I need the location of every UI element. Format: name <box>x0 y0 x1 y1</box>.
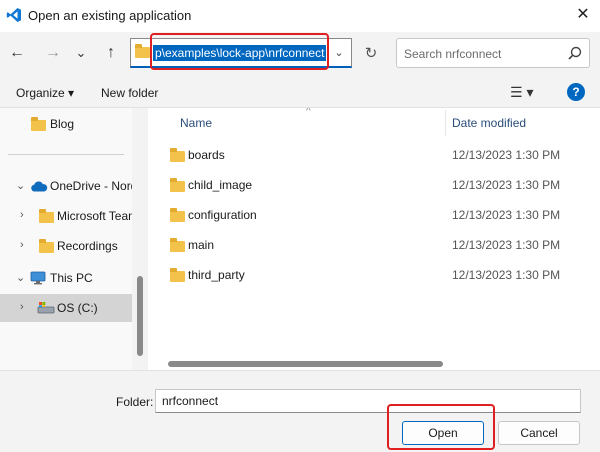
folder-icon <box>39 209 54 223</box>
file-name: boards <box>188 148 225 162</box>
folder-icon <box>170 208 185 222</box>
organize-button[interactable]: Organize ▾ <box>16 86 74 100</box>
sidebar-item-label: OneDrive - Nord <box>50 179 132 193</box>
sidebar-item-os-c[interactable]: › OS (C:) <box>0 294 132 322</box>
open-highlight-box <box>387 404 495 450</box>
file-name: child_image <box>188 178 253 192</box>
search-icon[interactable] <box>565 44 585 64</box>
file-date: 12/13/2023 1:30 PM <box>452 178 561 192</box>
folder-icon <box>135 44 150 58</box>
sidebar-item-label: This PC <box>50 271 93 285</box>
file-date: 12/13/2023 1:30 PM <box>452 148 561 162</box>
list-item[interactable]: boards 12/13/2023 1:30 PM <box>148 140 600 170</box>
folder-icon <box>170 268 185 282</box>
column-header-date[interactable]: Date modified <box>452 116 526 130</box>
divider <box>8 154 124 155</box>
sort-arrow-icon: ^ <box>306 108 311 117</box>
chevron-right-icon[interactable]: › <box>20 239 24 251</box>
search-box[interactable]: Search nrfconnect <box>396 38 590 68</box>
chevron-right-icon[interactable]: › <box>20 301 24 313</box>
file-list: ^ Name Date modified boards 12/13/2023 1… <box>148 108 600 370</box>
list-item[interactable]: main 12/13/2023 1:30 PM <box>148 230 600 260</box>
cancel-button[interactable]: Cancel <box>498 421 580 445</box>
up-button[interactable]: ↑ <box>100 42 122 64</box>
sidebar-item-blog[interactable]: Blog <box>0 112 132 136</box>
chevron-right-icon[interactable]: › <box>20 209 24 221</box>
sidebar-item-microsoft-teams[interactable]: › Microsoft Team <box>0 204 132 228</box>
back-button[interactable]: ← <box>6 42 28 64</box>
sidebar-item-label: Recordings <box>57 239 118 253</box>
cloud-icon <box>31 181 48 192</box>
file-name: third_party <box>188 268 245 282</box>
folder-input[interactable] <box>155 389 581 413</box>
chevron-down-icon[interactable]: ⌄ <box>16 271 25 284</box>
view-options-icon[interactable]: ☰ ▾ <box>510 84 540 100</box>
command-bar: Organize ▾ New folder ☰ ▾ ? <box>0 76 600 108</box>
vscode-icon <box>6 8 21 22</box>
new-folder-button[interactable]: New folder <box>101 86 158 100</box>
close-button[interactable]: ✕ <box>570 4 596 26</box>
navigation-scrollbar[interactable] <box>137 276 143 356</box>
file-date: 12/13/2023 1:30 PM <box>452 208 561 222</box>
sidebar-item-onedrive[interactable]: ⌄ OneDrive - Nord <box>0 174 132 198</box>
horizontal-scrollbar[interactable] <box>168 361 443 367</box>
column-divider[interactable] <box>445 110 446 136</box>
title-bar: Open an existing application ✕ <box>0 0 600 32</box>
file-name: configuration <box>188 208 257 222</box>
folder-icon <box>170 178 185 192</box>
search-input[interactable]: Search nrfconnect <box>404 47 501 61</box>
column-header-name[interactable]: Name <box>180 116 212 130</box>
list-item[interactable]: configuration 12/13/2023 1:30 PM <box>148 200 600 230</box>
list-item[interactable]: child_image 12/13/2023 1:30 PM <box>148 170 600 200</box>
sidebar-item-label: Blog <box>50 117 75 131</box>
address-dropdown-button[interactable]: ⌄ <box>329 43 349 63</box>
navigation-pane: Blog ⌄ OneDrive - Nord › Microsoft Team … <box>0 108 132 370</box>
help-icon[interactable]: ? <box>567 83 585 101</box>
refresh-button[interactable]: ↻ <box>360 43 382 65</box>
chevron-down-icon[interactable]: ⌄ <box>16 179 25 192</box>
file-name: main <box>188 238 215 252</box>
folder-icon <box>31 117 46 131</box>
folder-icon <box>170 238 185 252</box>
drive-icon <box>37 302 55 314</box>
file-date: 12/13/2023 1:30 PM <box>452 238 561 252</box>
address-highlight-box <box>150 33 329 70</box>
file-date: 12/13/2023 1:30 PM <box>452 268 561 282</box>
recent-locations-button[interactable]: ⌄ <box>70 42 92 64</box>
dialog-footer: Folder: Open Cancel <box>0 370 600 452</box>
forward-button[interactable]: → <box>42 42 64 64</box>
sidebar-item-this-pc[interactable]: ⌄ This PC <box>0 266 132 290</box>
folder-icon <box>39 239 54 253</box>
list-item[interactable]: third_party 12/13/2023 1:30 PM <box>148 260 600 290</box>
sidebar-item-label: OS (C:) <box>57 301 98 315</box>
sidebar-item-recordings[interactable]: › Recordings <box>0 234 132 258</box>
sidebar-item-label: Microsoft Team <box>57 209 132 223</box>
window-title: Open an existing application <box>28 8 192 23</box>
monitor-icon <box>30 271 46 285</box>
folder-icon <box>170 148 185 162</box>
folder-label: Folder: <box>116 395 154 409</box>
